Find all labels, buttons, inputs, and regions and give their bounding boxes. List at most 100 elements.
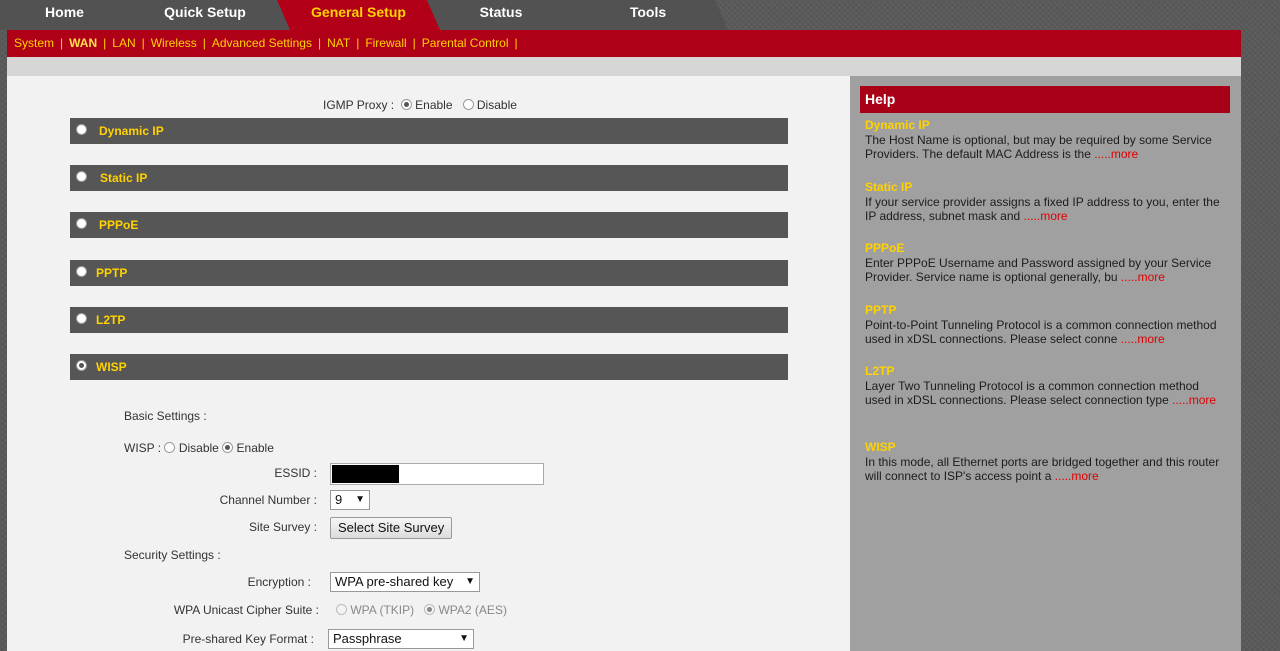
help-more-link[interactable]: .....more	[1172, 393, 1216, 407]
subnav-separator: |	[60, 36, 64, 50]
help-more-link[interactable]: .....more	[1094, 147, 1138, 161]
subnav-separator: |	[317, 36, 322, 50]
tab-status-label: Status	[479, 4, 523, 20]
key-format-value: Passphrase	[333, 631, 402, 646]
help-title-pptp: PPTP	[865, 303, 897, 317]
connection-static-ip[interactable]: Static IP	[70, 165, 788, 191]
subnav-advanced-settings[interactable]: Advanced Settings	[212, 36, 312, 50]
help-text-l2tp: Layer Two Tunneling Protocol is a common…	[865, 378, 1199, 408]
tab-quick-setup-label: Quick Setup	[164, 4, 246, 20]
connection-dynamic-ip[interactable]: Dynamic IP	[70, 118, 788, 144]
tab-tools[interactable]: Tools	[568, 0, 728, 30]
l2tp-label: L2TP	[96, 313, 126, 327]
tab-home-label: Home	[45, 4, 84, 20]
subnav-parental-control[interactable]: Parental Control	[422, 36, 509, 50]
wisp-enable-label: Enable	[236, 441, 274, 455]
pptp-radio[interactable]	[76, 266, 87, 277]
help-text-dynamic-ip: The Host Name is optional, but may be re…	[865, 132, 1212, 162]
tab-general-setup[interactable]: General Setup	[277, 0, 440, 30]
cipher-tkip-radio[interactable]	[336, 604, 347, 615]
l2tp-radio[interactable]	[76, 313, 87, 324]
subnav-wireless[interactable]: Wireless	[151, 36, 197, 50]
connection-l2tp[interactable]: L2TP	[70, 307, 788, 333]
key-format-select[interactable]: Passphrase ▼	[328, 629, 474, 649]
chevron-down-icon: ▼	[355, 494, 365, 505]
igmp-enable-label: Enable	[415, 98, 453, 112]
help-item-wisp: WISP In this mode, all Ethernet ports ar…	[865, 440, 1227, 484]
chevron-down-icon: ▼	[465, 576, 475, 587]
help-item-pptp: PPTP Point-to-Point Tunneling Protocol i…	[865, 303, 1227, 347]
wisp-enable-radio[interactable]	[222, 442, 234, 453]
wisp-disable-radio[interactable]	[164, 442, 176, 453]
igmp-proxy-row: IGMP Proxy : Enable Disable	[323, 98, 517, 112]
subnav-separator: |	[412, 36, 416, 50]
essid-input[interactable]	[330, 463, 544, 485]
cipher-tkip-label: WPA (TKIP)	[350, 603, 415, 617]
connection-pppoe[interactable]: PPPoE	[70, 212, 788, 238]
help-more-link[interactable]: .....more	[1121, 332, 1165, 346]
channel-number-label: Channel Number :	[219, 493, 317, 507]
pptp-label: PPTP	[96, 266, 128, 280]
channel-number-select[interactable]: 9 ▼	[330, 490, 370, 510]
help-title-l2tp: L2TP	[865, 364, 895, 378]
subnav-separator: |	[103, 36, 107, 50]
cipher-suite-label: WPA Unicast Cipher Suite :	[173, 603, 319, 617]
help-item-dynamic-ip: Dynamic IP The Host Name is optional, bu…	[865, 118, 1227, 162]
pppoe-label: PPPoE	[99, 218, 139, 232]
dynamic-ip-label: Dynamic IP	[99, 124, 164, 138]
help-heading: Help	[860, 86, 1230, 113]
subnav-nat[interactable]: NAT	[327, 36, 350, 50]
channel-number-value: 9	[335, 492, 343, 507]
encryption-select[interactable]: WPA pre-shared key ▼	[330, 572, 480, 592]
wisp-radio[interactable]	[76, 360, 87, 371]
help-title-static-ip: Static IP	[865, 180, 913, 194]
wisp-toggle-row: WISP : Disable Enable	[124, 441, 274, 455]
tab-quick-setup[interactable]: Quick Setup	[120, 0, 290, 30]
tab-tools-label: Tools	[629, 4, 667, 20]
subnav-firewall[interactable]: Firewall	[365, 36, 406, 50]
tab-status[interactable]: Status	[420, 0, 582, 30]
help-item-l2tp: L2TP Layer Two Tunneling Protocol is a c…	[865, 364, 1227, 408]
help-more-link[interactable]: .....more	[1024, 209, 1068, 223]
connection-pptp[interactable]: PPTP	[70, 260, 788, 286]
igmp-disable-label: Disable	[476, 98, 517, 112]
igmp-enable-radio[interactable]	[400, 99, 412, 110]
static-ip-radio[interactable]	[76, 171, 87, 182]
dynamic-ip-radio[interactable]	[76, 124, 87, 135]
encryption-value: WPA pre-shared key	[335, 574, 454, 589]
key-format-label: Pre-shared Key Format :	[182, 632, 314, 646]
cipher-aes-radio[interactable]	[424, 604, 436, 615]
connection-wisp[interactable]: WISP	[70, 354, 788, 380]
help-title-pppoe: PPPoE	[865, 241, 905, 255]
wisp-toggle-label: WISP :	[124, 441, 162, 455]
help-more-link[interactable]: .....more	[1055, 469, 1099, 483]
subnav-separator: |	[356, 36, 360, 50]
subnav-separator: |	[202, 36, 206, 50]
cipher-aes-label: WPA2 (AES)	[438, 603, 507, 617]
subnav-separator: |	[514, 36, 518, 50]
subnav-lan[interactable]: LAN	[112, 36, 135, 50]
help-more-link[interactable]: .....more	[1121, 270, 1165, 284]
essid-label: ESSID :	[274, 466, 317, 480]
help-title-wisp: WISP	[865, 440, 896, 454]
select-site-survey-button[interactable]: Select Site Survey	[330, 517, 453, 539]
pppoe-radio[interactable]	[76, 218, 87, 229]
help-item-static-ip: Static IP If your service provider assig…	[865, 180, 1227, 224]
tab-general-setup-label: General Setup	[311, 4, 406, 20]
subnav-wan[interactable]: WAN	[69, 36, 97, 50]
subnav-system[interactable]: System	[14, 36, 54, 50]
encryption-label: Encryption :	[247, 575, 311, 589]
sub-navigation: System | WAN | LAN | Wireless | Advanced Setting…	[7, 30, 1241, 57]
igmp-disable-radio[interactable]	[462, 99, 474, 110]
wisp-label: WISP	[96, 360, 127, 374]
help-item-pppoe: PPPoE Enter PPPoE Username and Password …	[865, 241, 1227, 285]
essid-redaction	[332, 465, 399, 483]
site-survey-label: Site Survey :	[248, 520, 317, 534]
wisp-disable-label: Disable	[178, 441, 219, 455]
header-divider	[7, 57, 1241, 76]
subnav-separator: |	[141, 36, 145, 50]
top-tab-bar: Home Quick Setup Status Tools General Se…	[0, 0, 1280, 30]
security-settings-heading: Security Settings :	[124, 548, 221, 562]
static-ip-label: Static IP	[100, 171, 148, 185]
cipher-suite-options: WPA (TKIP) WPA2 (AES)	[336, 603, 507, 617]
